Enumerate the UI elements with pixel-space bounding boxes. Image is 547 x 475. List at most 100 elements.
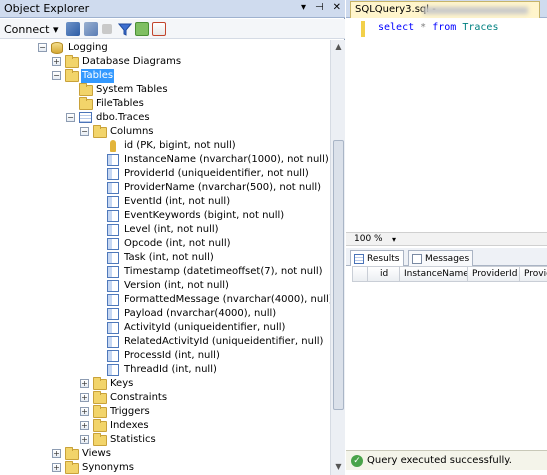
tree-node[interactable]: − dbo.Traces: [0, 111, 330, 125]
tree-node[interactable]: EventKeywords (bigint, not null): [0, 209, 330, 223]
folder-icon: [93, 377, 107, 390]
column-header[interactable]: ProviderId: [468, 266, 520, 282]
tree-node-label: Columns: [110, 126, 154, 137]
tree-node[interactable]: Version (int, not null): [0, 279, 330, 293]
tree-node[interactable]: FileTables: [0, 97, 330, 111]
tree-node[interactable]: ActivityId (uniqueidentifier, null): [0, 321, 330, 335]
window-position-dropdown-icon[interactable]: ▾: [301, 2, 306, 13]
tree-node[interactable]: Timestamp (datetimeoffset(7), not null): [0, 265, 330, 279]
object-explorer-toolbar: Connect ▾: [0, 19, 345, 39]
folder-icon: [93, 433, 107, 446]
title-bar-buttons: ▾ ⊣ ✕: [301, 2, 341, 13]
scroll-up-arrow-icon[interactable]: ▲: [331, 40, 346, 54]
expand-icon[interactable]: +: [52, 449, 61, 458]
tree-node[interactable]: FormattedMessage (nvarchar(4000), null): [0, 293, 330, 307]
connect-object-explorer-button[interactable]: [66, 19, 80, 39]
tree-node[interactable]: + Indexes: [0, 419, 330, 433]
expand-icon[interactable]: +: [52, 57, 61, 66]
expand-icon[interactable]: +: [80, 421, 89, 430]
collapse-icon[interactable]: −: [52, 71, 61, 80]
tree-node-label: Constraints: [110, 392, 168, 403]
tree-node[interactable]: EventId (int, not null): [0, 195, 330, 209]
column-icon: [107, 210, 121, 222]
tree-node[interactable]: RelatedActivityId (uniqueidentifier, nul…: [0, 335, 330, 349]
collapse-icon[interactable]: −: [80, 127, 89, 136]
tree-node-label: Opcode (int, not null): [124, 238, 231, 249]
tree-node[interactable]: ProviderId (uniqueidentifier, not null): [0, 167, 330, 181]
tree-node[interactable]: ProcessId (int, null): [0, 349, 330, 363]
scrollbar-thumb[interactable]: [333, 140, 344, 410]
tree-node[interactable]: − Logging: [0, 41, 330, 55]
folder-icon: [65, 461, 79, 474]
column-icon: [107, 336, 121, 348]
tree-node[interactable]: + Views: [0, 447, 330, 461]
expand-icon[interactable]: +: [80, 393, 89, 402]
tab-messages[interactable]: Messages: [408, 250, 474, 266]
tree-node-label: Database Diagrams: [82, 56, 182, 67]
tree-node-label: id (PK, bigint, not null): [124, 140, 236, 151]
zoom-control[interactable]: 100 % ▾: [346, 232, 547, 246]
tree-node[interactable]: + Database Diagrams: [0, 55, 330, 69]
disconnect-button[interactable]: [84, 19, 98, 39]
folder-icon: [65, 55, 79, 68]
tree-node-label: Level (int, not null): [124, 224, 219, 235]
column-icon: [107, 182, 121, 194]
results-grid[interactable]: id InstanceName ProviderId ProviderName: [346, 266, 547, 446]
tree-node[interactable]: − Tables: [0, 69, 330, 83]
tree-node[interactable]: + Synonyms: [0, 461, 330, 475]
tree-node[interactable]: ProviderName (nvarchar(500), not null): [0, 181, 330, 195]
object-explorer-tree[interactable]: − Logging + Database Diagrams − Tables System …: [0, 40, 330, 475]
results-grid-icon: [354, 254, 364, 264]
expand-icon[interactable]: +: [80, 407, 89, 416]
tree-node[interactable]: − Columns: [0, 125, 330, 139]
tree-node[interactable]: + Keys: [0, 377, 330, 391]
expand-icon[interactable]: +: [80, 435, 89, 444]
close-panel-icon[interactable]: ✕: [333, 2, 341, 13]
collapse-icon[interactable]: −: [38, 43, 47, 52]
tree-node-label: Logging: [68, 42, 108, 53]
tree-node[interactable]: Task (int, not null): [0, 251, 330, 265]
filter-icon: [118, 23, 132, 36]
connect-button[interactable]: Connect ▾: [4, 19, 59, 39]
tree-node[interactable]: System Tables: [0, 83, 330, 97]
sql-code-line: select * from Traces: [378, 22, 498, 33]
column-icon: [107, 238, 121, 250]
tree-node[interactable]: + Triggers: [0, 405, 330, 419]
tree-node[interactable]: ThreadId (int, null): [0, 363, 330, 377]
tree-node[interactable]: InstanceName (nvarchar(1000), not null): [0, 153, 330, 167]
tab-sqlquery3[interactable]: SQLQuery3.sql -: [350, 1, 540, 18]
tree-node-label: Views: [82, 448, 111, 459]
messages-icon: [412, 253, 422, 264]
tree-node-label: ProcessId (int, null): [124, 350, 220, 361]
tree-node-label: ActivityId (uniqueidentifier, null): [124, 322, 286, 333]
column-header[interactable]: InstanceName: [400, 266, 468, 282]
tree-node[interactable]: + Constraints: [0, 391, 330, 405]
sql-editor[interactable]: select * from Traces: [346, 19, 547, 231]
results-grid-header: id InstanceName ProviderId ProviderName: [352, 266, 547, 282]
stop-button[interactable]: [102, 19, 112, 39]
scroll-down-arrow-icon[interactable]: ▼: [331, 460, 346, 474]
tree-vertical-scrollbar[interactable]: ▲ ▼: [330, 40, 345, 475]
collapse-icon[interactable]: −: [66, 113, 75, 122]
tab-results[interactable]: Results: [350, 250, 404, 267]
refresh-icon: [135, 22, 149, 36]
tree-node[interactable]: + Statistics: [0, 433, 330, 447]
refresh-button[interactable]: [135, 19, 149, 39]
tree-node[interactable]: Level (int, not null): [0, 223, 330, 237]
column-header[interactable]: id: [368, 266, 400, 282]
column-header[interactable]: ProviderName: [520, 266, 547, 282]
tree-node-label: Synonyms: [82, 462, 134, 473]
expand-icon[interactable]: +: [80, 379, 89, 388]
tree-node[interactable]: id (PK, bigint, not null): [0, 139, 330, 153]
filter-button[interactable]: [118, 19, 132, 39]
column-icon: [107, 280, 121, 292]
zoom-dropdown-icon[interactable]: ▾: [392, 235, 396, 244]
tree-node[interactable]: Payload (nvarchar(4000), null): [0, 307, 330, 321]
tree-node[interactable]: Opcode (int, not null): [0, 237, 330, 251]
expand-icon[interactable]: +: [52, 463, 61, 472]
activity-monitor-button[interactable]: [152, 19, 166, 39]
folder-icon: [65, 447, 79, 460]
auto-hide-pin-icon[interactable]: ⊣: [315, 2, 324, 13]
column-icon: [107, 322, 121, 334]
tree-node-label: InstanceName (nvarchar(1000), not null): [124, 154, 329, 165]
